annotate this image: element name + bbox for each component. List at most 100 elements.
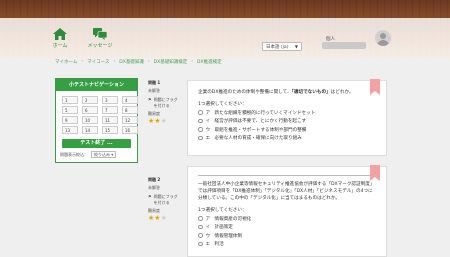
option-text: 必要な人材の育成・確保に向けた取り組み xyxy=(214,136,302,141)
question-grid: 1 2 3 4 5 6 7 8 9 10 11 12 13 14 15 16 xyxy=(56,91,138,137)
filter-value: 絞り込み xyxy=(94,152,110,157)
home-button[interactable]: ホーム xyxy=(40,28,80,49)
question-nav-cell[interactable]: 12 xyxy=(122,116,138,124)
difficulty-stars: ★★★ xyxy=(148,215,180,222)
answer-option[interactable]: ア情報資産の可視化 xyxy=(198,216,376,222)
filter-select[interactable]: 絞り込み ▾ xyxy=(91,151,117,158)
question-status: 未解答 xyxy=(148,88,160,93)
breadcrumb-item[interactable]: DX基礎知識検定 xyxy=(154,59,188,67)
bookmark-icon[interactable] xyxy=(370,165,380,181)
question-nav-cell[interactable]: 14 xyxy=(82,126,98,134)
flag-icon: ⚑ xyxy=(148,97,152,102)
radio-button[interactable] xyxy=(198,233,203,238)
question-nav-cell[interactable]: 1 xyxy=(62,96,78,104)
radio-button[interactable] xyxy=(198,135,203,141)
question-nav-cell[interactable]: 2 xyxy=(82,96,98,104)
option-key: エ xyxy=(205,242,211,247)
breadcrumb-separator: › xyxy=(147,59,150,64)
question-nav-cell[interactable]: 3 xyxy=(102,96,118,104)
question-text: 企業のDX推進のための体制や整備に関して、「適切でないもの」はどれか。 xyxy=(198,89,376,96)
radio-button[interactable] xyxy=(198,127,203,132)
breadcrumb-separator: › xyxy=(81,59,84,64)
option-key: ア xyxy=(205,110,211,116)
answer-option[interactable]: エ利活 xyxy=(198,241,376,247)
answer-option[interactable]: ウ取組を推進・サポートする体制や部門の整備 xyxy=(198,127,376,133)
question-nav-cell[interactable]: 7 xyxy=(102,106,118,114)
question-nav-cell[interactable]: 10 xyxy=(82,116,98,124)
radio-button[interactable] xyxy=(198,118,203,124)
question-text-start: 企業のDX推進のための体制や整備に関して、 xyxy=(198,90,292,95)
flag-label: 問題にフラグを付ける xyxy=(153,97,178,108)
chevron-down-icon: ▼ xyxy=(294,44,298,49)
breadcrumb-separator: › xyxy=(113,59,116,64)
option-key: ウ xyxy=(205,127,211,133)
option-key: エ xyxy=(205,136,211,141)
radio-button[interactable] xyxy=(198,110,203,115)
option-text: 利活 xyxy=(214,242,224,247)
question-number: 問題 1 xyxy=(148,80,161,85)
quiz-navigation-panel: 小テストナビゲーション 1 2 3 4 5 6 7 8 9 10 11 12 1… xyxy=(55,78,138,163)
question-nav-cell[interactable]: 8 xyxy=(122,106,138,114)
question-number: 問題 2 xyxy=(148,177,161,182)
question-card: 一般社団法人中小企業等情報セキュリティ推進協会が評価する「DXマーク認証制度」で… xyxy=(187,165,387,257)
avatar[interactable] xyxy=(375,30,391,46)
question-text: 一般社団法人中小企業等情報セキュリティ推進協会が評価する「DXマーク認証制度」で… xyxy=(198,182,375,201)
language-value: 日本語 (ja) xyxy=(266,45,289,50)
answer-option[interactable]: ウ情報管理体制 xyxy=(198,233,376,239)
question-nav-cell[interactable]: 4 xyxy=(122,96,138,104)
bookmark-icon[interactable] xyxy=(370,79,380,95)
avatar-body xyxy=(377,40,389,46)
radio-button[interactable] xyxy=(198,216,203,221)
question-nav-cell[interactable]: 13 xyxy=(62,126,78,134)
option-text: 情報資産の可視化 xyxy=(214,216,252,222)
user-name-badge[interactable] xyxy=(322,42,366,49)
question-nav-cell[interactable]: 6 xyxy=(82,106,98,114)
question-text-emphasis: 「適切でないもの」 xyxy=(291,90,331,95)
avatar-head xyxy=(380,33,386,39)
flag-question-button[interactable]: ⚑ 問題にフラグを付ける xyxy=(148,97,180,109)
option-key: ウ xyxy=(205,233,211,239)
option-key: イ xyxy=(205,225,211,230)
answer-option[interactable]: イ計画策定 xyxy=(198,224,376,230)
star-empty-icon: ★ xyxy=(160,214,167,222)
message-button[interactable]: メッセージ xyxy=(80,28,120,49)
choose-instruction: 1つ選択してください： xyxy=(198,208,247,213)
option-key: ア xyxy=(205,216,211,222)
question-info: 問題 1 未解答 ⚑ 問題にフラグを付ける 難易度 ★★★ xyxy=(148,80,180,125)
divider xyxy=(198,175,376,176)
flag-label: 問題にフラグを付ける xyxy=(153,194,178,205)
message-label: メッセージ xyxy=(87,43,113,49)
question-nav-cell[interactable]: 5 xyxy=(62,106,78,114)
chat-icon xyxy=(93,28,107,40)
answer-option[interactable]: エ必要な人材の育成・確保に向けた取り組み xyxy=(198,135,376,141)
question-nav-cell[interactable]: 15 xyxy=(102,126,118,134)
language-select[interactable]: 日本語 (ja) ▼ xyxy=(262,42,302,51)
flag-icon: ⚑ xyxy=(148,194,152,199)
breadcrumb-item[interactable]: DX基礎知識 xyxy=(119,59,144,67)
question-info: 問題 2 未解答 ⚑ 問題にフラグを付ける 難易度 ★★★ xyxy=(148,177,180,222)
breadcrumb-separator: › xyxy=(191,59,194,64)
question-card: 企業のDX推進のための体制や整備に関して、「適切でないもの」はどれか。 1つ選択… xyxy=(187,79,387,156)
home-label: ホーム xyxy=(52,43,68,49)
breadcrumb-item[interactable]: DX推進検定 xyxy=(197,59,222,67)
question-nav-cell[interactable]: 16 xyxy=(122,126,138,134)
breadcrumb-item[interactable]: マイコース xyxy=(87,59,109,67)
question-status: 未解答 xyxy=(148,185,160,190)
radio-button[interactable] xyxy=(198,224,203,230)
option-text: 情報管理体制 xyxy=(214,233,243,239)
breadcrumb-item[interactable]: マイホーム xyxy=(55,59,77,67)
option-text: 新たな組織を積極的に行っていくマインドセット xyxy=(214,110,316,116)
question-nav-cell[interactable]: 11 xyxy=(102,116,118,124)
finish-attempt-button[interactable]: テスト終了 ... xyxy=(62,139,131,148)
answer-option[interactable]: イ経営が評価は不要で、とにかく行動を起こす xyxy=(198,118,376,124)
question-text-end: はどれか。 xyxy=(330,90,354,95)
star-empty-icon: ★ xyxy=(160,117,167,125)
answer-option[interactable]: ア新たな組織を積極的に行っていくマインドセット xyxy=(198,110,376,116)
radio-button[interactable] xyxy=(198,241,203,247)
option-text: 計画策定 xyxy=(214,225,233,230)
breadcrumb: マイホーム › マイコース › DX基礎知識 › DX基礎知識検定 › DX推進検定 xyxy=(55,59,222,67)
question-filter: 問題表示絞込： 絞り込み ▾ xyxy=(56,148,137,161)
flag-question-button[interactable]: ⚑ 問題にフラグを付ける xyxy=(148,194,180,206)
question-nav-cell[interactable]: 9 xyxy=(62,116,78,124)
chevron-down-icon: ▾ xyxy=(111,152,114,157)
